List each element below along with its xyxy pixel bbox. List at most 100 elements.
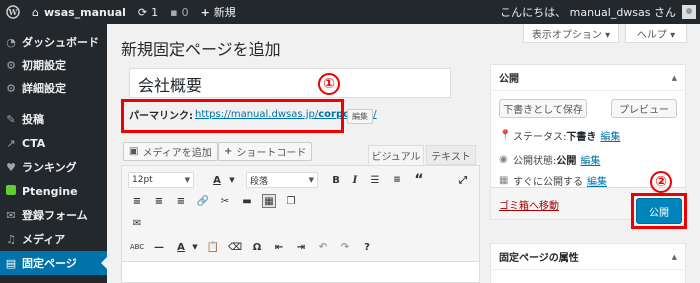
move-to-trash-link[interactable]: ゴミ箱へ移動 (499, 197, 559, 212)
outdent-icon[interactable]: ⇤ (272, 240, 286, 254)
site-name-link[interactable]: ⌂ wsas_manual (26, 0, 132, 24)
collapse-icon[interactable]: ▲ (672, 74, 677, 82)
admin-bar: W ⌂ wsas_manual ⟳ 1 ▪ 0 + 新規 こんにちは、 manu… (0, 0, 700, 24)
duplicate-icon[interactable]: ❐ (284, 194, 298, 208)
permalink-edit-button[interactable]: 編集 (347, 109, 373, 124)
pin-icon: 📍 (499, 130, 512, 141)
media-icon: ♫ (6, 232, 16, 246)
help-button[interactable]: ヘルプ ▾ (625, 24, 687, 43)
paste-text-icon[interactable]: 📋 (206, 240, 220, 254)
screen-options-button[interactable]: 表示オプション ▾ (523, 24, 619, 43)
page-title: 新規固定ページを追加 (121, 40, 281, 59)
save-draft-button[interactable]: 下書きとして保存 (499, 99, 587, 118)
tab-text[interactable]: テキスト (426, 145, 476, 165)
sidebar-item-pages[interactable]: ▤ 固定ページ (0, 251, 107, 275)
sidebar-item-dashboard[interactable]: ◔ ダッシュボード (0, 30, 107, 54)
clear-formatting-icon[interactable]: ⌫ (228, 240, 242, 254)
publish-box-header[interactable]: 公開 ▲ (491, 65, 685, 91)
annotation-marker-2: ② (650, 171, 672, 193)
font-size-select[interactable]: 12pt ▼ (128, 172, 194, 188)
updates-icon: ⟳ (137, 5, 148, 19)
new-label: 新規 (213, 6, 236, 19)
horizontal-line-icon[interactable]: — (152, 240, 166, 254)
italic-icon[interactable]: I (348, 173, 362, 187)
cta-icon: ↗ (6, 136, 16, 150)
align-left-icon[interactable]: ≡ (130, 194, 144, 208)
home-icon: ⌂ (32, 5, 39, 19)
numbered-list-icon[interactable]: ≡ (390, 173, 404, 187)
chevron-down-icon[interactable]: ▼ (225, 173, 239, 187)
site-name: wsas_manual (43, 5, 126, 19)
chevron-down-icon: ▼ (184, 176, 190, 184)
read-more-icon[interactable]: ▬ (240, 194, 254, 208)
special-character-icon[interactable]: Ω (250, 240, 264, 254)
align-right-icon[interactable]: ≡ (174, 194, 188, 208)
publish-button[interactable]: 公開 (636, 198, 682, 224)
comments-count: 0 (181, 5, 189, 19)
page-attributes-header[interactable]: 固定ページの属性 ▲ (491, 244, 685, 270)
sidebar-item-label: メディア (22, 233, 66, 246)
sidebar-item-cta[interactable]: ↗ CTA (0, 131, 107, 155)
collapse-icon[interactable]: ▲ (672, 253, 677, 261)
title-input[interactable]: 会社概要 (129, 68, 451, 98)
font-size-value: 12pt (132, 175, 153, 185)
preview-button[interactable]: プレビュー (611, 99, 677, 118)
sidebar-item-ranking[interactable]: ♥ ランキング (0, 155, 107, 179)
sidebar-item-label: 詳細設定 (22, 82, 66, 95)
text-color-icon[interactable]: A (210, 173, 224, 187)
help-icon[interactable]: ? (360, 240, 374, 254)
schedule-edit-link[interactable]: 編集 (587, 173, 607, 188)
unlink-icon[interactable]: ✂ (218, 194, 232, 208)
text-color-icon[interactable]: A (174, 240, 188, 254)
visibility-edit-link[interactable]: 編集 (580, 152, 600, 167)
dashboard-icon: ◔ (6, 35, 16, 49)
gear-icon: ⚙ (6, 81, 16, 95)
sidebar-item-label: CTA (22, 136, 46, 150)
add-media-label: メディアを追加 (142, 148, 212, 159)
new-content-link[interactable]: + 新規 (195, 0, 242, 24)
sidebar-item-signup-form[interactable]: ✉ 登録フォーム (0, 203, 107, 227)
visibility-row: ◉ 公開状態: 公開 編集 (499, 152, 600, 167)
avatar (682, 5, 696, 19)
chevron-down-icon[interactable]: ▼ (188, 240, 202, 254)
updates-count: 1 (151, 5, 159, 19)
bullet-list-icon[interactable]: ☰ (368, 173, 382, 187)
status-label: ステータス: (513, 132, 567, 143)
strikethrough-icon[interactable]: ABC (130, 240, 144, 254)
format-select[interactable]: 段落 ▼ (246, 172, 318, 188)
undo-icon[interactable]: ↶ (316, 240, 330, 254)
tab-visual[interactable]: ビジュアル (368, 145, 424, 165)
greeting-text: こんにちは、 manual_dwsas さん (500, 6, 676, 19)
bold-icon[interactable]: B (329, 173, 343, 187)
sidebar-item-initial-settings[interactable]: ⚙ 初期設定 (0, 53, 107, 77)
wordpress-logo-icon[interactable]: W (0, 0, 26, 24)
schedule-row: ▦ すぐに公開する 編集 (499, 173, 607, 188)
comment-icon: ▪ (170, 5, 178, 19)
sidebar-item-ptengine[interactable]: Ptengine (0, 179, 107, 203)
schedule-label: すぐに公開する (513, 177, 583, 188)
comments-link[interactable]: ▪ 0 (164, 0, 194, 24)
visibility-value: 公開 (556, 156, 577, 167)
link-icon[interactable]: 🔗 (196, 194, 210, 208)
sidebar-item-label: 登録フォーム (22, 209, 88, 222)
my-account-link[interactable]: こんにちは、 manual_dwsas さん (494, 0, 700, 24)
align-center-icon[interactable]: ≡ (152, 194, 166, 208)
sidebar-item-media[interactable]: ♫ メディア (0, 227, 107, 251)
indent-icon[interactable]: ⇥ (294, 240, 308, 254)
editor-toolbar: 12pt ▼ A ▼ 段落 ▼ B I ☰ ≡ “ ⤢ ≡ ≡ ≡ 🔗 ✂ ▬ ▦ … (121, 165, 480, 262)
redo-icon[interactable]: ↷ (338, 240, 352, 254)
sidebar-item-advanced-settings[interactable]: ⚙ 詳細設定 (0, 76, 107, 100)
mail-icon[interactable]: ✉ (130, 216, 144, 230)
add-media-button[interactable]: ▣ メディアを追加 (123, 142, 218, 161)
shortcode-button[interactable]: + ショートコード (218, 142, 313, 161)
svg-text:W: W (8, 7, 19, 17)
sidebar-item-posts[interactable]: ✎ 投稿 (0, 107, 107, 131)
fullscreen-icon[interactable]: ⤢ (456, 173, 470, 187)
keyboard-icon[interactable]: ▦ (262, 194, 276, 208)
quote-icon[interactable]: “ (412, 172, 426, 188)
updates-link[interactable]: ⟳ 1 (132, 0, 164, 24)
pin-icon: ✎ (6, 112, 16, 126)
page-attributes-box: 固定ページの属性 ▲ (490, 243, 686, 283)
ptengine-icon (0, 184, 22, 198)
status-edit-link[interactable]: 編集 (600, 128, 620, 143)
